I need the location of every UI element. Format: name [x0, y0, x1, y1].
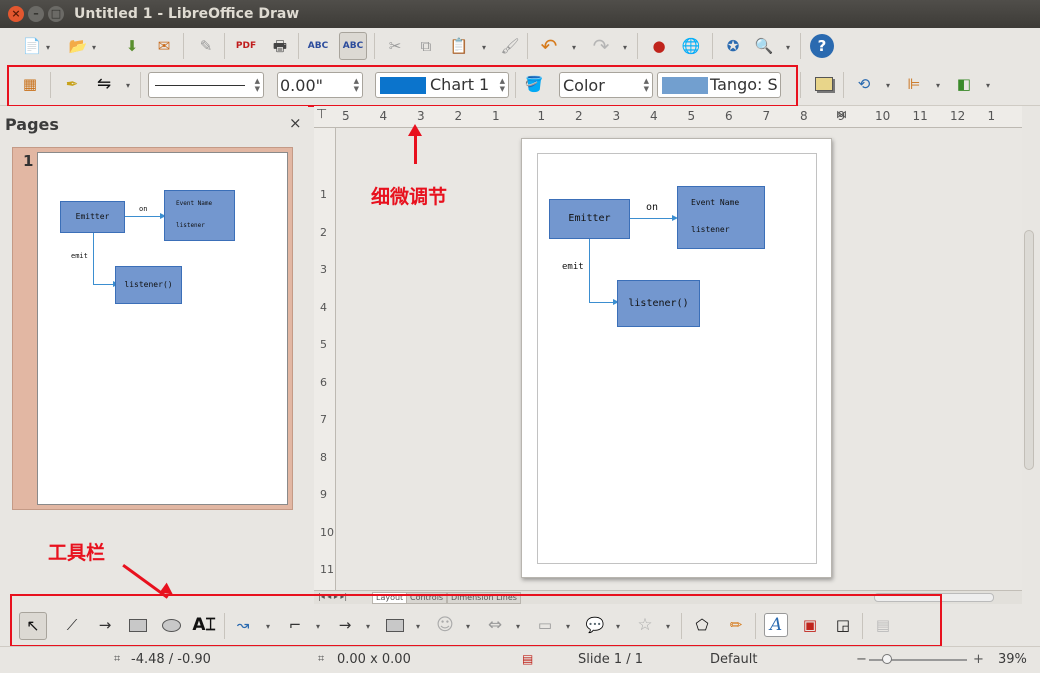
- shadow-icon[interactable]: [812, 72, 836, 96]
- page-thumbnail[interactable]: Emitter on Event Name listener emit list…: [37, 152, 288, 505]
- document-modified-icon[interactable]: ▤: [522, 652, 533, 666]
- close-pane-icon[interactable]: ×: [289, 114, 302, 132]
- page-margin-border: Emitter on Event Name listener emit list…: [537, 153, 817, 564]
- zoom-in-button[interactable]: +: [973, 652, 984, 667]
- status-zoom[interactable]: 39%: [998, 652, 1027, 667]
- status-slide: Slide 1 / 1: [578, 652, 644, 667]
- ruler-h-tick: 8: [800, 109, 808, 123]
- clone-formatting-icon[interactable]: 🖌: [498, 34, 522, 58]
- emit-label: emit: [562, 262, 584, 272]
- spelling-icon[interactable]: ABC: [306, 34, 330, 58]
- export-pdf-icon[interactable]: PDF: [234, 34, 258, 58]
- ruler-h-tick: 4: [379, 109, 388, 123]
- ruler-h-tick: 10: [875, 109, 891, 123]
- toolbar-highlight: [10, 594, 942, 647]
- thumb-on-label: on: [139, 205, 148, 213]
- ruler-v-tick: 11: [320, 563, 334, 576]
- new-document-icon[interactable]: 📄: [20, 34, 44, 58]
- ruler-v-tick: 5: [320, 338, 327, 351]
- open-icon[interactable]: 📂: [66, 34, 90, 58]
- ruler-v-tick: 8: [320, 450, 327, 464]
- ruler-h-tick: 5: [687, 109, 696, 123]
- ruler-h-tick: 9: [837, 109, 846, 123]
- emitter-box[interactable]: Emitter: [549, 199, 630, 239]
- print-icon[interactable]: 🖶: [268, 34, 292, 58]
- chart-icon[interactable]: ●: [647, 34, 671, 58]
- ruler-h-tick: 1: [492, 109, 500, 123]
- ruler-v-tick: 7: [320, 413, 327, 426]
- ruler-h-tick: 3: [612, 109, 621, 123]
- ruler-v-tick: 6: [320, 375, 327, 389]
- ruler-h-tick: 2: [454, 109, 463, 123]
- undo-icon[interactable]: ↶: [537, 34, 561, 58]
- window-title: Untitled 1 - LibreOffice Draw: [74, 6, 300, 22]
- auto-spellcheck-icon[interactable]: ABC: [339, 32, 367, 60]
- status-size: 0.00 x 0.00: [337, 652, 411, 667]
- ruler-h-tick: 2: [575, 109, 583, 123]
- save-icon[interactable]: ⬇: [120, 34, 144, 58]
- zoom-out-button[interactable]: −: [856, 652, 867, 667]
- status-layout: Default: [710, 652, 758, 667]
- toolbar-annotation: 工具栏: [48, 542, 106, 564]
- listener-fn-box[interactable]: listener(): [617, 280, 700, 327]
- thumb-emit-label: emit: [71, 252, 88, 260]
- ruler-v-tick: 2: [320, 225, 327, 239]
- ruler-h-tick: 6: [725, 109, 733, 123]
- fine-tuning-highlight: [7, 65, 798, 107]
- ruler-v-tick: 4: [320, 300, 327, 314]
- ruler-h-tick: 1: [537, 109, 546, 123]
- zoom-slider-handle[interactable]: [882, 654, 892, 664]
- ruler-v-tick: 9: [320, 488, 327, 501]
- copy-icon[interactable]: ⧉: [414, 34, 438, 58]
- align-objects-icon[interactable]: ⊫: [902, 72, 926, 96]
- arrange-icon[interactable]: ◧: [952, 72, 976, 96]
- ruler-h-tick: 5: [342, 109, 350, 123]
- title-bar: × – □ Untitled 1 - LibreOffice Draw: [0, 0, 1040, 28]
- cut-icon[interactable]: ✂: [383, 34, 407, 58]
- thumb-listener-fn-box: listener(): [115, 266, 182, 304]
- standard-toolbar: 📄 ▾ 📂 ▾ ⬇ ✉ ✎ PDF 🖶 ABC ABC ✂ ⧉ 📋 ▾ 🖌 ↶ …: [0, 28, 1040, 64]
- ruler-h-tick: 4: [650, 109, 658, 123]
- ruler-h-tick: 3: [417, 109, 425, 123]
- fine-tuning-annotation: 细微调节: [371, 186, 448, 208]
- paste-icon[interactable]: 📋: [447, 34, 471, 58]
- status-position: -4.48 / -0.90: [131, 652, 211, 667]
- page-number: 1: [23, 152, 34, 170]
- thumb-event-box: Event Name listener: [164, 190, 235, 241]
- hyperlink-icon[interactable]: 🌐: [679, 34, 703, 58]
- ruler-v-tick: 10: [320, 525, 334, 539]
- on-label: on: [646, 202, 659, 213]
- ruler-h-tick: 7: [762, 109, 771, 123]
- ruler-h-tick: 12: [950, 109, 966, 123]
- transformations-icon[interactable]: ⟲: [852, 72, 876, 96]
- ruler-h-tick: 11: [912, 109, 928, 123]
- vertical-scroll-thumb[interactable]: [1024, 230, 1034, 470]
- vertical-ruler[interactable]: 1 2 3 4 5 6 7 8 9 10 11: [314, 128, 336, 590]
- help-icon[interactable]: ?: [810, 34, 834, 58]
- close-window-button[interactable]: ×: [8, 6, 24, 22]
- status-bar: ⌗ -4.48 / -0.90 ⌗ 0.00 x 0.00 ▤ Slide 1 …: [0, 646, 1040, 673]
- send-email-icon[interactable]: ✉: [152, 34, 176, 58]
- ruler-v-tick: 3: [320, 263, 327, 276]
- ruler-h-tick: 1: [987, 109, 996, 123]
- event-name-box[interactable]: Event Name listener: [677, 186, 765, 249]
- ruler-v-tick: 1: [320, 188, 327, 201]
- zoom-icon[interactable]: 🔍: [752, 34, 776, 58]
- edit-file-icon[interactable]: ✎: [194, 34, 218, 58]
- thumb-emitter-box: Emitter: [60, 201, 125, 233]
- redo-icon[interactable]: ↷: [589, 34, 613, 58]
- pages-pane-title: Pages: [5, 115, 59, 134]
- maximize-window-button[interactable]: □: [48, 6, 64, 22]
- navigator-icon[interactable]: ✪: [721, 34, 745, 58]
- minimize-window-button[interactable]: –: [28, 6, 44, 22]
